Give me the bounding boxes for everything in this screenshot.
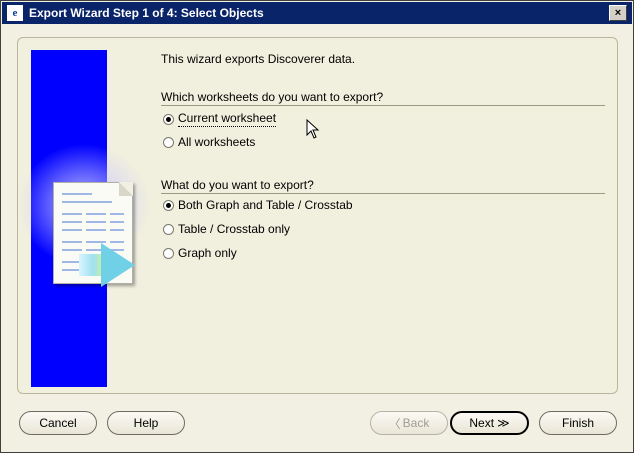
radio-unselected-icon <box>163 247 174 259</box>
radio-label: Table / Crosstab only <box>178 222 291 236</box>
finish-button[interactable]: Finish <box>539 411 617 435</box>
cancel-button[interactable]: Cancel <box>19 411 97 435</box>
export-wizard-window: e Export Wizard Step 1 of 4: Select Obje… <box>0 0 634 453</box>
intro-text: This wizard exports Discoverer data. <box>161 52 356 66</box>
radio-selected-icon <box>163 113 174 125</box>
wizard-side-graphic <box>19 50 149 387</box>
radio-label: Graph only <box>178 246 237 260</box>
radio-unselected-icon <box>163 136 174 148</box>
radio-unselected-icon <box>163 223 174 235</box>
radio-both-graph-table[interactable]: Both Graph and Table / Crosstab <box>163 198 353 212</box>
wizard-panel: This wizard exports Discoverer data. Whi… <box>17 37 618 394</box>
radio-label: Current worksheet <box>178 111 277 127</box>
arrow-graphic-head <box>101 243 135 287</box>
export-section-label: What do you want to export? <box>161 178 605 194</box>
radio-label: Both Graph and Table / Crosstab <box>178 198 353 212</box>
help-button[interactable]: Help <box>107 411 185 435</box>
radio-selected-icon <box>163 199 174 211</box>
back-arrow-icon: 〈 <box>388 416 401 431</box>
mouse-pointer-icon <box>306 119 320 139</box>
worksheets-section-label: Which worksheets do you want to export? <box>161 90 605 106</box>
radio-all-worksheets[interactable]: All worksheets <box>163 135 255 149</box>
title-bar[interactable]: e Export Wizard Step 1 of 4: Select Obje… <box>2 2 632 24</box>
next-arrow-icon: ≫ <box>497 416 510 430</box>
back-button[interactable]: 〈 Back <box>370 411 448 435</box>
window-title: Export Wizard Step 1 of 4: Select Object… <box>29 6 264 20</box>
close-button[interactable]: × <box>609 5 627 21</box>
radio-label: All worksheets <box>178 135 256 149</box>
next-label: Next <box>469 416 495 430</box>
next-button[interactable]: Next ≫ <box>450 411 529 435</box>
radio-table-crosstab-only[interactable]: Table / Crosstab only <box>163 222 290 236</box>
arrow-graphic-body <box>79 254 103 276</box>
radio-current-worksheet[interactable]: Current worksheet <box>163 111 277 127</box>
radio-graph-only[interactable]: Graph only <box>163 246 237 260</box>
back-label: Back <box>402 416 430 430</box>
discoverer-app-icon: e <box>6 4 24 22</box>
